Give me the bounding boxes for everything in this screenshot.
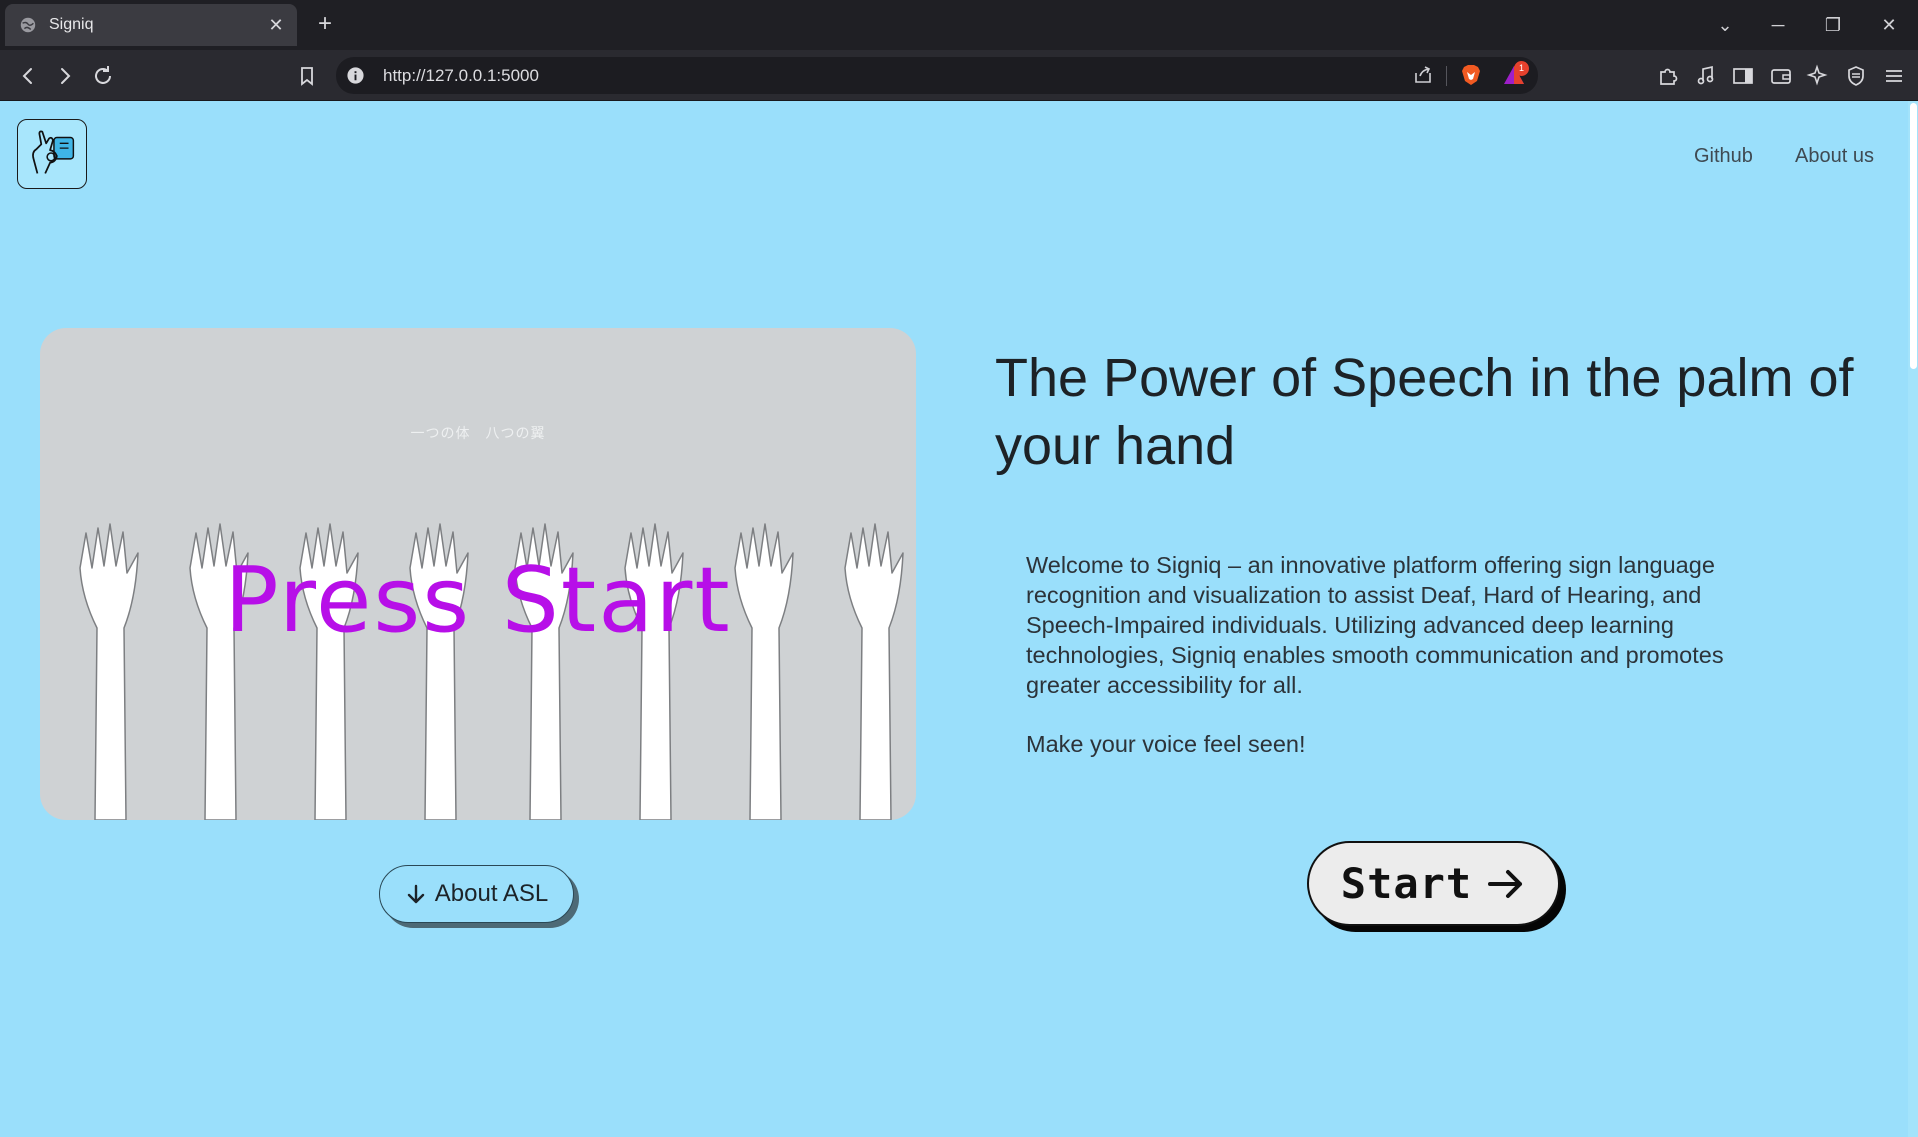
hand-sign-logo-icon[interactable] (17, 119, 87, 189)
hero-video[interactable]: 一つの体 八つの翼 Press Start (40, 328, 916, 820)
start-button[interactable]: Start (1307, 841, 1560, 926)
plus-icon[interactable]: + (312, 12, 338, 38)
scrollbar-thumb[interactable] (1910, 103, 1917, 369)
info-icon[interactable] (346, 66, 365, 85)
rewards-badge: 1 (1514, 61, 1529, 76)
tab-search-icon[interactable]: ⌄ (1710, 10, 1740, 40)
about-asl-button[interactable]: About ASL (379, 865, 574, 923)
forward-icon[interactable] (51, 62, 79, 90)
hero-headline: The Power of Speech in the palm of your … (995, 348, 1854, 476)
minimize-icon[interactable]: ─ (1763, 10, 1793, 40)
close-icon[interactable]: ✕ (265, 14, 287, 36)
arrow-right-icon (1488, 869, 1523, 898)
page-scrollbar[interactable] (1908, 101, 1918, 1137)
wallet-icon[interactable] (1767, 62, 1795, 90)
video-caption: 一つの体 八つの翼 (410, 425, 546, 441)
url-divider (1446, 66, 1447, 86)
url-text[interactable]: http://127.0.0.1:5000 (383, 66, 539, 86)
vpn-icon[interactable] (1842, 62, 1870, 90)
extensions-icon[interactable] (1654, 62, 1682, 90)
back-icon[interactable] (14, 62, 42, 90)
browser-tab-bar: Signiq ✕ + ⌄ ─ ❐ ✕ (0, 0, 1918, 50)
browser-toolbar: http://127.0.0.1:5000 1 (0, 50, 1918, 101)
globe-icon (20, 17, 36, 33)
tab-title: Signiq (49, 16, 94, 33)
menu-icon[interactable] (1880, 62, 1908, 90)
about-asl-label: About ASL (434, 880, 549, 907)
hero-tagline: Make your voice feel seen! (1026, 731, 1306, 757)
nav-link-github[interactable]: Github (1694, 145, 1753, 168)
brave-shield-icon[interactable] (1460, 63, 1482, 87)
bookmark-icon[interactable] (293, 62, 321, 90)
start-label: Start (1340, 859, 1473, 908)
sidebar-icon[interactable] (1729, 62, 1757, 90)
music-icon[interactable] (1692, 62, 1720, 90)
nav-link-about-us[interactable]: About us (1795, 145, 1874, 168)
hero-description: Welcome to Signiq – an innovative platfo… (1026, 552, 1724, 698)
press-start-overlay: Press Start (224, 548, 732, 653)
window-close-icon[interactable]: ✕ (1874, 10, 1904, 40)
restore-icon[interactable]: ❐ (1818, 10, 1848, 40)
browser-tab[interactable]: Signiq ✕ (5, 4, 297, 46)
address-bar[interactable]: http://127.0.0.1:5000 1 (336, 57, 1538, 94)
leo-ai-icon[interactable] (1804, 62, 1832, 90)
reload-icon[interactable] (89, 62, 117, 90)
share-icon[interactable] (1412, 64, 1434, 86)
page-viewport: Github About us 一つの体 八つの翼 Press Start Ab… (0, 101, 1918, 1137)
arrow-down-icon (407, 884, 424, 904)
